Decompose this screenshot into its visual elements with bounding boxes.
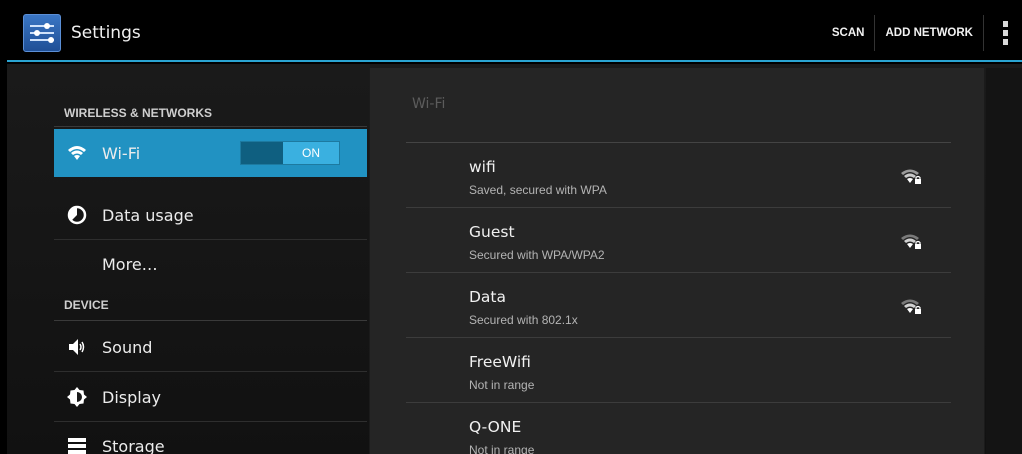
network-status: Saved, secured with WPA <box>469 183 607 197</box>
sidebar-item-label: Storage <box>102 436 165 454</box>
pane-title: Wi-Fi <box>412 96 446 112</box>
action-bar: Settings SCAN ADD NETWORK <box>7 6 1022 62</box>
sidebar-item-sound[interactable]: Sound <box>54 323 367 371</box>
sidebar-item-display[interactable]: Display <box>54 373 367 421</box>
network-name: Q-ONE <box>469 418 522 436</box>
sidebar-item-more[interactable]: More… <box>54 240 367 288</box>
network-item[interactable]: FreeWifi Not in range <box>406 338 951 403</box>
category-divider <box>54 320 367 321</box>
sidebar-item-storage[interactable]: Storage <box>54 422 367 454</box>
wifi-icon <box>66 142 88 164</box>
settings-list: WIRELESS & NETWORKS Wi-Fi ON Data usage … <box>54 64 367 454</box>
right-margin <box>986 68 1022 454</box>
network-name: FreeWifi <box>469 353 531 371</box>
secured-wifi-signal-icon <box>900 232 922 252</box>
scan-button[interactable]: SCAN <box>822 15 875 51</box>
speaker-icon <box>66 336 88 358</box>
toggle-on-label: ON <box>283 142 339 164</box>
settings-app-icon[interactable] <box>23 14 61 52</box>
wifi-network-pane: Wi-Fi wifi Saved, secured with WPA Guest… <box>369 68 985 454</box>
sidebar-item-label: Wi-Fi <box>102 143 141 163</box>
category-divider <box>54 126 367 127</box>
storage-icon <box>66 435 88 454</box>
category-device: DEVICE <box>64 298 109 312</box>
network-item[interactable]: Data Secured with 802.1x <box>406 273 951 338</box>
sidebar-item-label: Data usage <box>102 205 194 225</box>
app-title: Settings <box>71 23 141 43</box>
network-item[interactable]: Guest Secured with WPA/WPA2 <box>406 208 951 273</box>
list-divider <box>54 371 367 372</box>
network-name: wifi <box>469 158 496 176</box>
network-status: Secured with WPA/WPA2 <box>469 248 605 262</box>
network-item[interactable]: wifi Saved, secured with WPA <box>406 143 951 208</box>
add-network-button[interactable]: ADD NETWORK <box>875 15 983 51</box>
overflow-menu-icon[interactable] <box>988 5 1022 61</box>
secured-wifi-signal-icon <box>900 167 922 187</box>
category-wireless-networks: WIRELESS & NETWORKS <box>64 106 213 120</box>
network-status: Not in range <box>469 443 535 454</box>
network-name: Data <box>469 288 507 306</box>
sidebar-item-data-usage[interactable]: Data usage <box>54 191 367 239</box>
wifi-toggle[interactable]: ON <box>240 141 340 165</box>
network-name: Guest <box>469 223 515 241</box>
data-usage-icon <box>66 204 88 226</box>
network-status: Not in range <box>469 378 535 392</box>
sidebar-item-wifi[interactable]: Wi-Fi ON <box>54 129 367 177</box>
display-icon <box>66 386 88 408</box>
action-separator <box>983 15 984 51</box>
sidebar-item-label: Sound <box>102 337 153 357</box>
network-status: Secured with 802.1x <box>469 313 578 327</box>
content-area: WIRELESS & NETWORKS Wi-Fi ON Data usage … <box>7 64 1022 454</box>
blank-icon-space <box>66 253 88 275</box>
sidebar-item-label: More… <box>102 254 158 274</box>
secured-wifi-signal-icon <box>900 297 922 317</box>
sidebar-item-label: Display <box>102 387 161 407</box>
network-item[interactable]: Q-ONE Not in range <box>406 403 951 454</box>
